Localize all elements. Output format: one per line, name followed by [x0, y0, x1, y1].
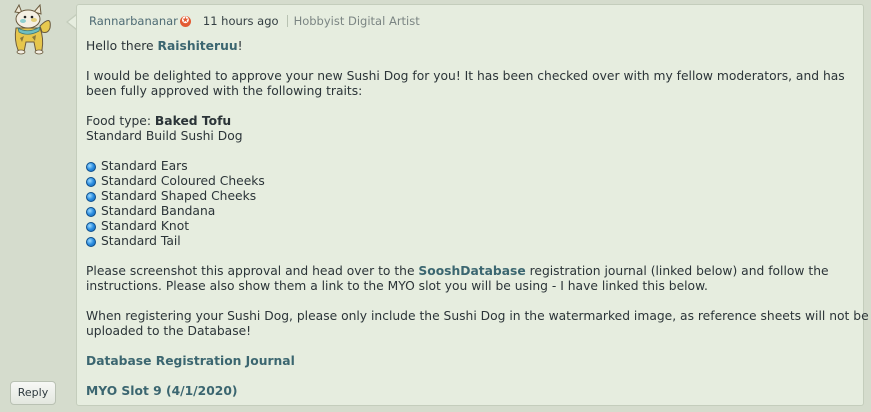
comment-body: Hello there Raishiteruu! I would be deli…: [86, 39, 869, 399]
left-column: Reply: [0, 0, 70, 412]
greeting-suffix: !: [237, 39, 243, 53]
list-item: Standard Ears: [86, 159, 856, 174]
trait-label: Standard Tail: [101, 234, 181, 248]
trait-label: Standard Bandana: [101, 204, 216, 218]
blue-bullet-icon: [86, 206, 96, 217]
trait-label: Standard Knot: [101, 219, 190, 233]
para2-line2: instructions. Please also show them a li…: [86, 279, 708, 293]
list-item: Standard Shaped Cheeks: [86, 189, 856, 204]
comment-header: Rannarbananar ✪ 11 hours ago Hobbyist Di…: [89, 13, 855, 29]
timestamp[interactable]: 11 hours ago: [203, 14, 279, 28]
blue-bullet-icon: [86, 161, 96, 172]
para2-line1: Please screenshot this approval and head…: [86, 264, 856, 279]
greeting-line: Hello there Raishiteruu!: [86, 39, 856, 54]
para1-line1: I would be delighted to approve your new…: [86, 69, 845, 83]
trait-label: Standard Ears: [101, 159, 188, 173]
blue-bullet-icon: [86, 221, 96, 232]
blue-bullet-icon: [86, 176, 96, 187]
para3-line1: When registering your Sushi Dog, please …: [86, 309, 869, 323]
creature-avatar-icon[interactable]: [6, 3, 56, 56]
greeting-prefix: Hello there: [86, 39, 158, 53]
recipient-link[interactable]: Raishiteruu: [158, 39, 238, 53]
blue-bullet-icon: [86, 191, 96, 202]
list-item: Standard Tail: [86, 234, 856, 249]
registration-journal-link[interactable]: Database Registration Journal: [86, 354, 856, 369]
food-type-label: Food type:: [86, 114, 155, 128]
para2-prefix: Please screenshot this approval and head…: [86, 264, 419, 278]
avatar[interactable]: [6, 3, 56, 56]
build-line: Standard Build Sushi Dog: [86, 129, 243, 143]
list-item: Standard Bandana: [86, 204, 856, 219]
list-item: Standard Coloured Cheeks: [86, 174, 856, 189]
para2-suffix: registration journal (linked below) and …: [525, 264, 829, 278]
author-link[interactable]: Rannarbananar: [89, 14, 178, 28]
badge-icon: ✪: [179, 15, 191, 27]
author-role: Hobbyist Digital Artist: [293, 14, 420, 28]
comment-card: Rannarbananar ✪ 11 hours ago Hobbyist Di…: [76, 4, 869, 406]
blue-bullet-icon: [86, 236, 96, 247]
para3-line2: uploaded to the Database!: [86, 324, 252, 338]
myo-slot-link[interactable]: MYO Slot 9 (4/1/2020): [86, 384, 856, 399]
header-divider: [286, 15, 288, 27]
reply-button[interactable]: Reply: [10, 381, 56, 405]
sooshdatabase-link[interactable]: SooshDatabase: [418, 264, 525, 278]
trait-label: Standard Coloured Cheeks: [101, 174, 265, 188]
food-type-value: Baked Tofu: [154, 114, 232, 128]
food-type-line: Food type: Baked Tofu: [86, 114, 856, 129]
para1-line2: been fully approved with the following t…: [86, 84, 363, 98]
trait-list: Standard Ears Standard Coloured Cheeks S…: [86, 159, 856, 249]
list-item: Standard Knot: [86, 219, 856, 234]
trait-label: Standard Shaped Cheeks: [101, 189, 257, 203]
